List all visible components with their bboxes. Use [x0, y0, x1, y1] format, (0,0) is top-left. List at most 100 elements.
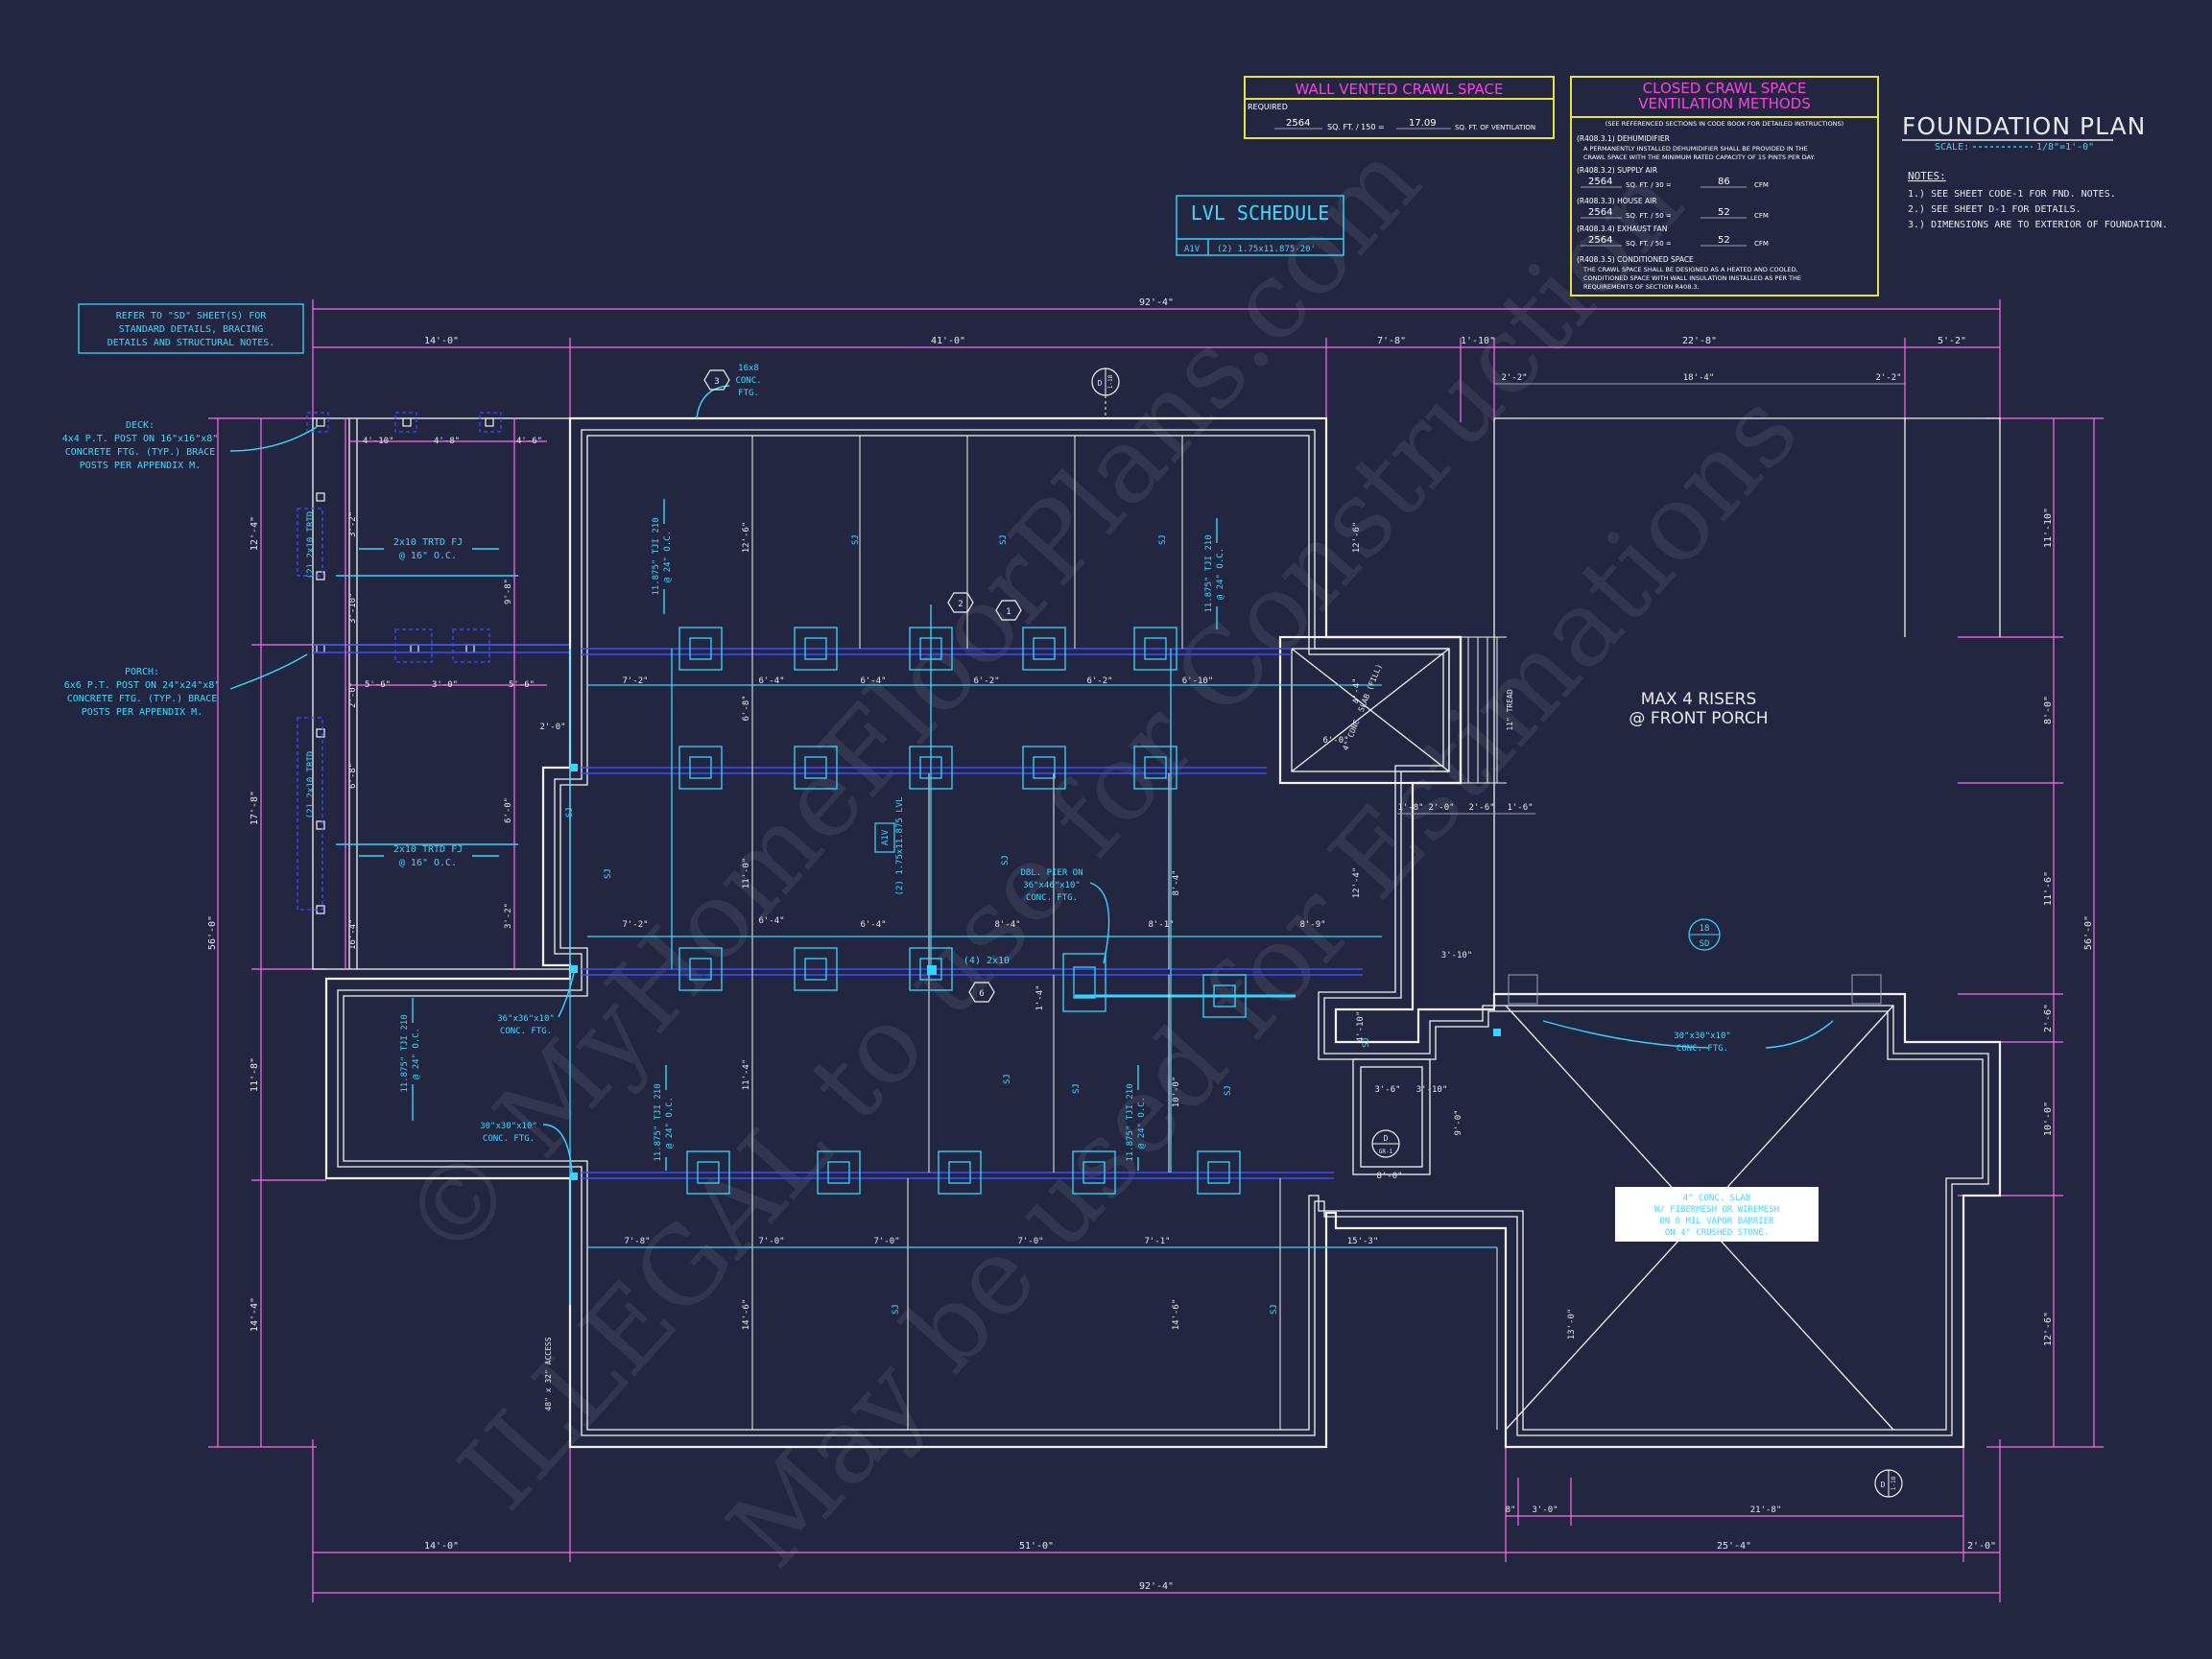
closed-crawl-subtitle: (SEE REFERENCED SECTIONS IN CODE BOOK FO… [1605, 120, 1843, 128]
detail-marker-gr-b: GR-1 [1379, 1149, 1393, 1155]
ftg-30b-callout: 30"x30"x10" CONC. FTG. [1674, 1031, 1731, 1054]
supply-air-head: (R408.3.2) SUPPLY AIR [1577, 166, 1657, 175]
porch-joist-label: 2x10 TRTD FJ @ 16" O.C. [359, 844, 499, 868]
wall-vented-required: REQUIRED [1248, 103, 1288, 111]
vdim-b-5: 14'-6" [1172, 1299, 1181, 1331]
max-risers-note: MAX 4 RISERS @ FRONT PORCH [1629, 690, 1768, 728]
wall-vented-title: WALL VENTED CRAWL SPACE [1296, 81, 1504, 98]
sj-8: SJ [1224, 1085, 1233, 1096]
note-1: 1.) SEE SHEET CODE-1 FOR FND. NOTES. [1908, 189, 2116, 200]
dim-top-b: 41'-0" [931, 336, 965, 346]
dim-top-d: 1'-10" [1461, 336, 1495, 346]
sj-12: SJ [1362, 1037, 1371, 1048]
misc-dim-6: 3'-10" [1416, 1085, 1448, 1095]
stair-dim-4: 1'-6" [1507, 803, 1533, 813]
dim-left-overall: 56'-0" [207, 915, 218, 950]
dim-bottom-c: 25'-4" [1717, 1541, 1751, 1552]
exhaust-fan-val: 52 [1718, 235, 1730, 246]
porch-joist-text-2: @ 16" O.C. [399, 858, 457, 868]
slab-note-3: ON 6 MIL VAPOR BARRIER [1659, 1217, 1774, 1226]
ftg-30b-1: 30"x30"x10" [1674, 1031, 1731, 1041]
porch-vdim-right-2: 3'-2" [504, 903, 513, 929]
detail-marker-sd-a: 18 [1700, 924, 1710, 934]
dim-bottom-b: 51'-0" [1019, 1541, 1054, 1552]
watermark-line-1: © MyHomeFloorPlans.com [378, 119, 1443, 1283]
conc-ftg-16-2: CONC. [735, 376, 761, 386]
row2-dim-4: 8'-4" [994, 920, 1020, 930]
row1-dim-4: 6'-2" [973, 676, 999, 686]
row1-dim-3: 6'-4" [860, 676, 886, 686]
dim-top-f: 5'-2" [1938, 336, 1966, 346]
slab-note-1: 4" CONC. SLAB [1683, 1194, 1750, 1203]
row3-dim-3: 7'-0" [873, 1237, 899, 1246]
foundation-plan-sheet: © MyHomeFloorPlans.com ILLEGAL to use fo… [62, 76, 2168, 1602]
dim-right-5: 10'-0" [2043, 1102, 2054, 1136]
dim-right-3: 11'-6" [2043, 871, 2054, 906]
misc-dim-11: 1'-4" [1035, 984, 1045, 1010]
dehumidifier-head: (R408.3.1) DEHUMIDIFIER [1577, 134, 1670, 143]
dim-right-4: 2'-6" [2043, 1004, 2054, 1032]
porch-vdim-1: 2'-0" [348, 682, 358, 708]
ftg-30a-2: CONC. FTG. [483, 1134, 535, 1144]
lvl-tag-label: A1V [881, 829, 891, 845]
row3-dim-4: 7'-0" [1017, 1237, 1043, 1246]
misc-dim-5: 3'-6" [1374, 1085, 1400, 1095]
dim-right-2: 8'-0" [2043, 696, 2054, 724]
tji-left-2: @ 24" O.C. [412, 1028, 421, 1079]
wall-vented-divisor: SQ. FT. / 150 = [1327, 123, 1385, 131]
dim-top-e: 22'-8" [1682, 336, 1717, 346]
conc-ftg-callout: 16x8 CONC. FTG. [696, 364, 762, 419]
supply-air-div: SQ. FT. / 30 = [1626, 181, 1672, 189]
tji-mid-b-2: @ 24" O.C. [1216, 548, 1225, 600]
row1-dim-6: 6'-10" [1182, 676, 1214, 686]
deck-callout-3: CONCRETE FTG. (TYP.) BRACE [65, 447, 216, 458]
exhaust-fan-head: (R408.3.4) EXHAUST FAN [1577, 225, 1667, 233]
refer-note-line-2: STANDARD DETAILS, BRACING [119, 324, 264, 335]
row2-dim-6: 8'-9" [1299, 920, 1325, 930]
note-2: 2.) SEE SHEET D-1 FOR DETAILS. [1908, 204, 2081, 215]
deck-callout-4: POSTS PER APPENDIX M. [80, 461, 201, 471]
dim-top-a: 14'-0" [424, 336, 459, 346]
porch-callout-3: CONCRETE FTG. (TYP.) BRACE [67, 694, 218, 704]
vdim-b-2: 8'-4" [1172, 869, 1181, 895]
watermark-line-2: ILLEGAL to use for Construction [436, 141, 1706, 1532]
porch-top-dim-1: 2'-2" [1501, 373, 1527, 383]
deck-joist-text-2: @ 16" O.C. [399, 551, 457, 561]
dim-bottom-g: 21'-8" [1750, 1505, 1782, 1515]
deck-vdim-right: 9'-8" [504, 579, 513, 604]
supply-air-val: 86 [1718, 177, 1730, 187]
dehumidifier-text-1: A PERMANENTLY INSTALLED DEHUMIDIFIER SHA… [1583, 145, 1808, 153]
vdim-a-4: 11'-4" [742, 1059, 751, 1091]
porch-dim-1: 5'-6" [365, 680, 391, 690]
vdim-a-3: 11'-0" [742, 858, 751, 889]
section-marker-bottom: D 1-18 [1874, 1469, 1903, 1498]
lvl-schedule-title: LVL SCHEDULE [1191, 201, 1330, 225]
sj-3: SJ [1158, 534, 1168, 545]
dim-top-c: 7'-8" [1377, 336, 1406, 346]
marker-6-label: 6 [979, 989, 984, 999]
refer-note: REFER TO "SD" SHEET(S) FOR STANDARD DETA… [78, 303, 304, 354]
porch-top-dim-3: 2'-2" [1875, 373, 1901, 383]
stair-dim-2: 2'-0" [1428, 803, 1454, 813]
row2-dim-5: 8'-1" [1148, 920, 1174, 930]
deck-joist-text-1: 2x10 TRTD FJ [393, 537, 463, 548]
dim-left-1: 12'-4" [250, 516, 260, 551]
row3-dim-2: 7'-0" [758, 1237, 784, 1246]
scale-value: 1/8"=1'-0" [2036, 142, 2094, 153]
dim-bottom-e: 8" [1506, 1505, 1516, 1515]
sj-10: SJ [892, 1304, 901, 1315]
vdim-b-4: 10'-0" [1172, 1077, 1181, 1108]
conditioned-text-1: THE CRAWL SPACE SHALL BE DESIGNED AS A H… [1582, 266, 1798, 273]
exhaust-fan-area: 2564 [1588, 235, 1612, 246]
dim-left-3: 11'-8" [250, 1057, 260, 1092]
section-marker-top-a: D [1098, 379, 1103, 388]
sj-2: SJ [999, 534, 1009, 545]
section-marker-bottom-b: 1-18 [1891, 1476, 1897, 1490]
porch-joist-text-1: 2x10 TRTD FJ [393, 844, 463, 855]
marker-1-label: 1 [1006, 607, 1011, 617]
deck-dim-2: 4'-8" [434, 437, 460, 446]
tread-label: 11" TREAD [1506, 689, 1514, 731]
ftg-30b-2: CONC. FTG. [1677, 1044, 1728, 1054]
dim-bottom-a: 14'-0" [424, 1541, 459, 1552]
section-marker-bottom-a: D [1881, 1481, 1886, 1489]
